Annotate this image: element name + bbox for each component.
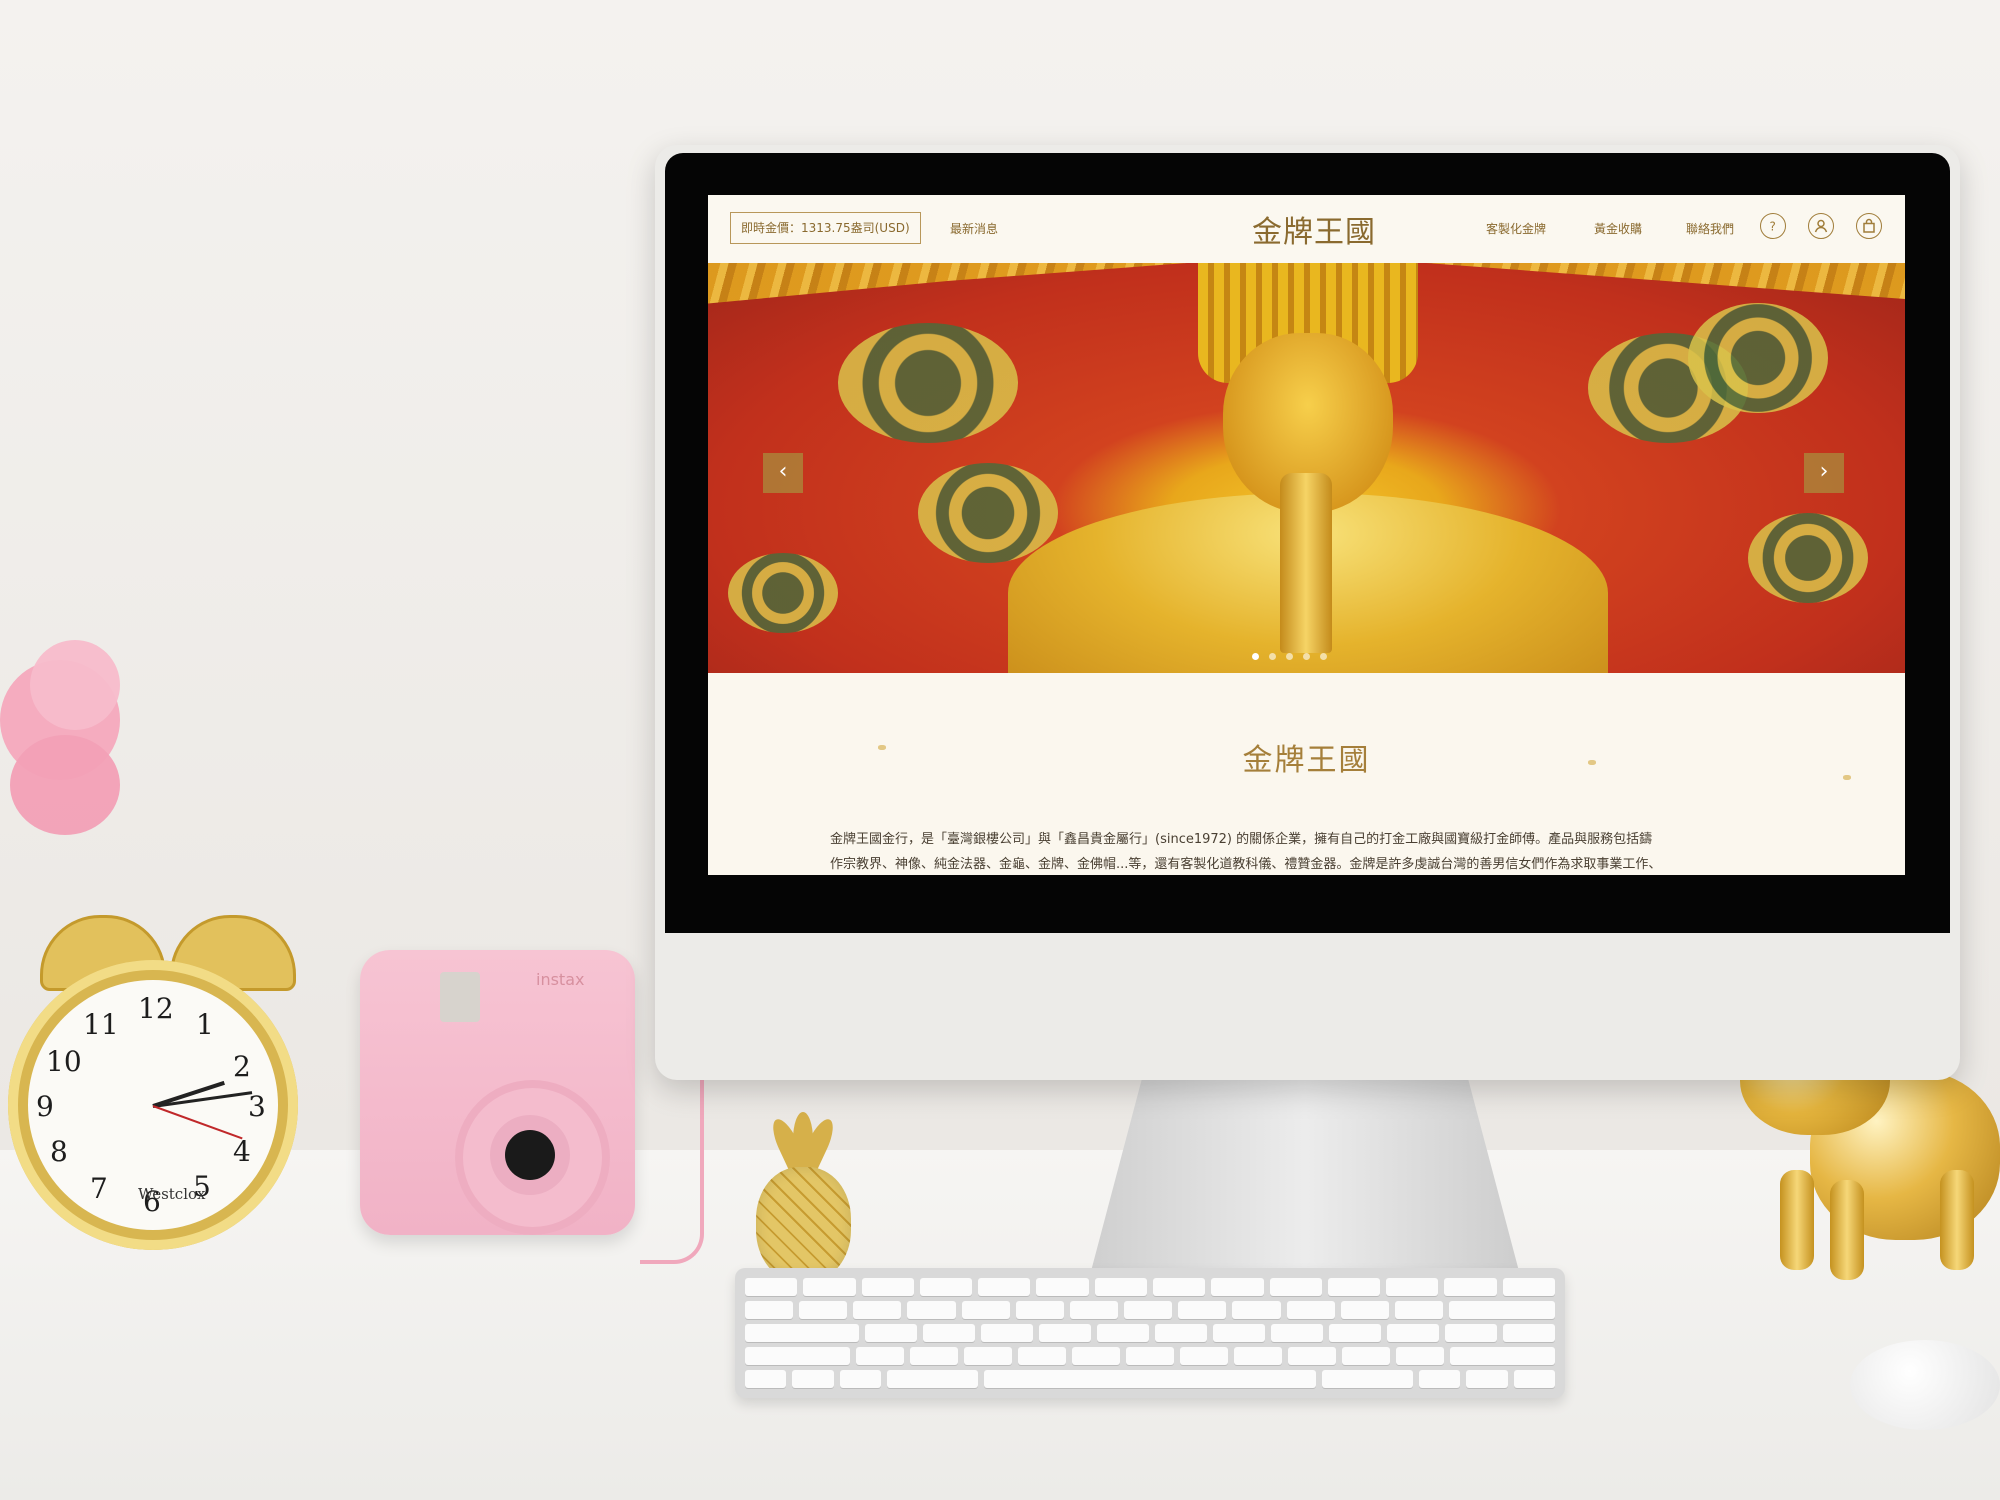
pink-flower — [0, 640, 130, 880]
nav-link-contact[interactable]: 聯絡我們 — [1686, 220, 1734, 237]
carousel-dot[interactable] — [1252, 653, 1259, 660]
clock-second-hand — [152, 1105, 243, 1140]
carousel-dot[interactable] — [1269, 653, 1276, 660]
alarm-clock: 12 1 2 3 4 5 6 7 8 9 10 11 Westclox — [0, 915, 310, 1250]
clock-number: 4 — [233, 1135, 251, 1168]
about-line: 金牌王國金行，是「臺灣銀樓公司」與「鑫昌貴金屬行」(since1972) 的關係… — [830, 832, 1653, 847]
about-line: 作宗教界、神像、純金法器、金龜、金牌、金佛帽...等，還有客製化道教科儀、禮贊金… — [830, 857, 1662, 872]
nav-link-news[interactable]: 最新消息 — [950, 220, 998, 237]
clock-number: 11 — [83, 1008, 119, 1041]
clock-number: 2 — [233, 1050, 251, 1083]
hero-carousel: ‹ › — [708, 263, 1905, 673]
clock-number: 10 — [46, 1045, 82, 1078]
hero-gold-tablet — [1280, 473, 1332, 653]
mouse — [1850, 1340, 2000, 1430]
carousel-dots — [1252, 653, 1327, 660]
about-paragraph: 金牌王國金行，是「臺灣銀樓公司」與「鑫昌貴金屬行」(since1972) 的關係… — [830, 827, 1790, 875]
camera-brand: instax — [536, 970, 585, 989]
help-icon[interactable]: ? — [1760, 213, 1786, 239]
gold-pineapple — [748, 1112, 858, 1282]
clock-number: 12 — [138, 992, 174, 1025]
user-icon[interactable] — [1808, 213, 1834, 239]
clock-number: 8 — [50, 1135, 68, 1168]
section-title: 金牌王國 — [1242, 743, 1371, 778]
carousel-dot[interactable] — [1303, 653, 1310, 660]
carousel-dot[interactable] — [1286, 653, 1293, 660]
gold-price-box[interactable]: 即時金價：1313.75盎司(USD) — [730, 212, 921, 244]
website-screen: 即時金價：1313.75盎司(USD) 最新消息 金牌王國 客製化金牌 黃金收購… — [708, 195, 1905, 875]
carousel-prev-button[interactable]: ‹ — [763, 453, 803, 493]
keyboard — [735, 1268, 1565, 1398]
monitor-stand — [1090, 1080, 1520, 1275]
clock-number: 1 — [196, 1008, 214, 1041]
site-header: 即時金價：1313.75盎司(USD) 最新消息 金牌王國 客製化金牌 黃金收購… — [708, 195, 1905, 264]
svg-text:?: ? — [1770, 220, 1776, 234]
clock-number: 3 — [248, 1090, 266, 1123]
site-logo[interactable]: 金牌王國 — [1244, 207, 1384, 251]
instant-camera: instax — [360, 950, 635, 1235]
clock-number: 7 — [90, 1172, 108, 1205]
clock-brand: Westclox — [138, 1185, 206, 1203]
carousel-next-button[interactable]: › — [1804, 453, 1844, 493]
clock-face: 12 1 2 3 4 5 6 7 8 9 10 11 Westclox — [28, 980, 278, 1230]
cart-icon[interactable] — [1856, 213, 1882, 239]
nav-link-gold-buyback[interactable]: 黃金收購 — [1594, 220, 1642, 237]
clock-number: 9 — [36, 1090, 54, 1123]
nav-link-custom-medal[interactable]: 客製化金牌 — [1486, 220, 1546, 237]
camera-strap — [640, 1050, 704, 1264]
carousel-dot[interactable] — [1320, 653, 1327, 660]
